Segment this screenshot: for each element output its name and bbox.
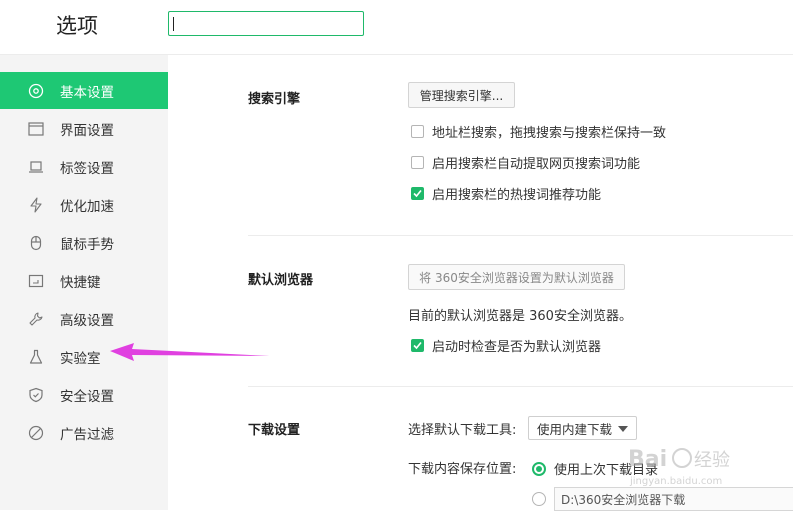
sidebar-item-label: 安全设置 (60, 389, 114, 405)
compass-icon (28, 83, 44, 99)
select-value: 使用内建下载 (537, 421, 613, 437)
section-title-default-browser: 默认浏览器 (248, 273, 314, 288)
baidu-watermark-logo: Bai 经验 jingyan.baidu.com (628, 447, 730, 487)
sidebar-item-label: 广告过滤 (60, 427, 114, 443)
sidebar-item-shortcuts[interactable]: 快捷键 (0, 262, 168, 299)
flask-icon (29, 349, 43, 364)
download-location-label: 下载内容保存位置: (408, 462, 517, 477)
checkbox-label: 地址栏搜索，拖拽搜索与搜索栏保持一致 (432, 126, 667, 141)
block-icon (28, 425, 44, 441)
radio[interactable] (532, 492, 546, 506)
check-icon (413, 341, 422, 350)
shield-icon (29, 387, 43, 403)
option-custom-dir[interactable]: D:\360安全浏览器下载 (532, 487, 793, 511)
checkbox-label: 启用搜索栏的热搜词推荐功能 (432, 188, 602, 203)
download-tool-select[interactable]: 使用内建下载 (528, 416, 637, 440)
svg-text:Bai: Bai (628, 447, 667, 472)
sidebar-item-basic-settings[interactable]: 基本设置 (0, 72, 168, 109)
option-check-default-on-start[interactable]: 启动时检查是否为默认浏览器 (411, 336, 601, 355)
header: 选项 (0, 0, 793, 55)
section-divider (248, 235, 793, 236)
keyboard-icon (28, 274, 44, 288)
option-sync-search[interactable]: 地址栏搜索，拖拽搜索与搜索栏保持一致 (411, 122, 666, 141)
page-title: 选项 (56, 14, 98, 38)
sidebar-item-label: 快捷键 (60, 275, 101, 291)
laptop-icon (29, 161, 43, 173)
check-icon (413, 189, 422, 198)
search-input[interactable] (168, 11, 364, 36)
sidebar-item-label: 高级设置 (60, 313, 114, 329)
download-tool-label: 选择默认下载工具: (408, 423, 517, 438)
sidebar-item-tab-settings[interactable]: 标签设置 (0, 148, 168, 185)
checkbox[interactable] (411, 125, 424, 138)
sidebar-item-interface-settings[interactable]: 界面设置 (0, 110, 168, 147)
mouse-icon (30, 235, 42, 251)
sidebar-item-ad-filter[interactable]: 广告过滤 (0, 414, 168, 451)
default-browser-status: 目前的默认浏览器是 360安全浏览器。 (408, 309, 632, 324)
sidebar-item-label: 标签设置 (60, 161, 114, 177)
annotation-arrow (110, 343, 270, 361)
option-auto-extract[interactable]: 启用搜索栏自动提取网页搜索词功能 (411, 153, 640, 172)
lightning-icon (30, 197, 42, 213)
sidebar-item-label: 实验室 (60, 351, 101, 367)
chevron-down-icon (618, 426, 628, 432)
svg-text:jingyan.baidu.com: jingyan.baidu.com (629, 476, 722, 487)
sidebar-item-label: 优化加速 (60, 199, 114, 215)
svg-text:经验: 经验 (694, 450, 730, 471)
sidebar-item-label: 鼠标手势 (60, 237, 114, 253)
checkbox[interactable] (411, 156, 424, 169)
checkbox-label: 启动时检查是否为默认浏览器 (432, 340, 602, 355)
sidebar-item-optimize[interactable]: 优化加速 (0, 186, 168, 223)
option-hot-search[interactable]: 启用搜索栏的热搜词推荐功能 (411, 184, 601, 203)
radio-selected[interactable] (532, 461, 546, 476)
checkbox-checked[interactable] (411, 339, 424, 352)
sidebar-item-label: 界面设置 (60, 123, 114, 139)
sidebar-item-label: 基本设置 (60, 85, 114, 101)
sidebar-item-mouse-gestures[interactable]: 鼠标手势 (0, 224, 168, 261)
checkbox-checked[interactable] (411, 187, 424, 200)
section-title-search-engine: 搜索引擎 (248, 92, 301, 107)
checkbox-label: 启用搜索栏自动提取网页搜索词功能 (432, 157, 641, 172)
sidebar-item-security[interactable]: 安全设置 (0, 376, 168, 413)
sidebar: 基本设置 界面设置 标签设置 优化加速 鼠标手势 快捷键 高级设置 实验室 安全… (0, 55, 168, 510)
section-divider (248, 386, 793, 387)
sidebar-item-advanced[interactable]: 高级设置 (0, 300, 168, 337)
wrench-icon (29, 312, 43, 326)
section-title-download: 下载设置 (248, 423, 301, 438)
manage-search-engines-button[interactable]: 管理搜索引擎... (408, 82, 515, 108)
window-icon (28, 122, 44, 136)
set-default-browser-button[interactable]: 将 360安全浏览器设置为默认浏览器 (408, 264, 625, 290)
text-caret (173, 17, 174, 31)
download-path-field[interactable]: D:\360安全浏览器下载 (554, 487, 793, 511)
